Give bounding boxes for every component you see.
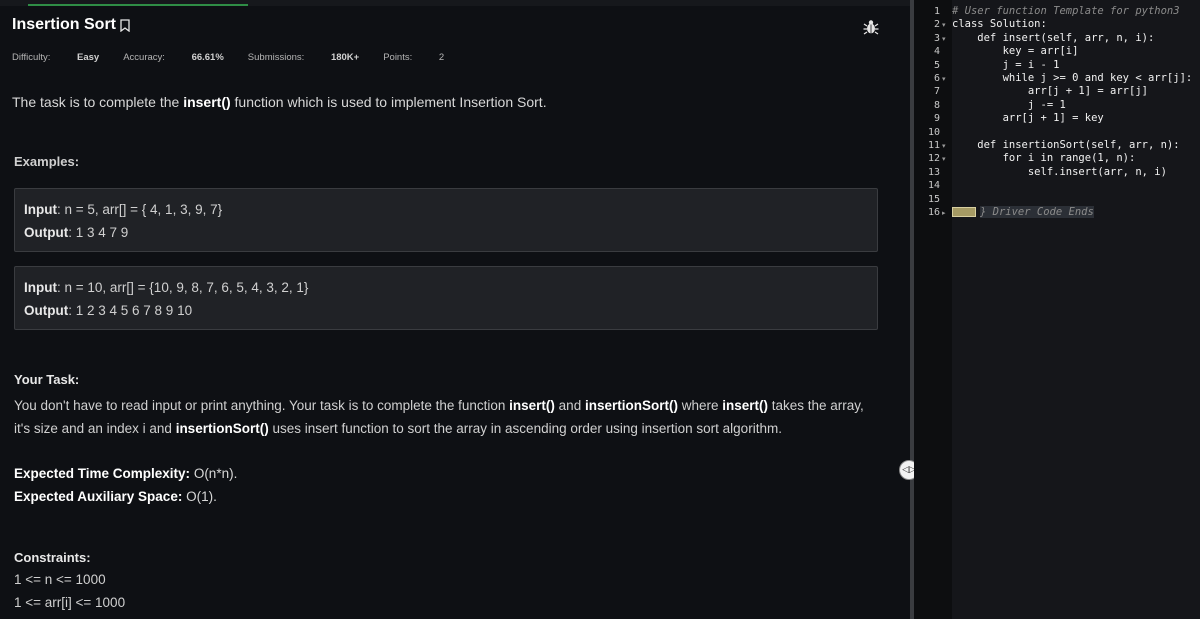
task-text: and: [554, 398, 585, 413]
difficulty-label: Difficulty:: [12, 52, 51, 63]
desc-function-name: insert(): [183, 94, 231, 110]
code-line[interactable]: class Solution:: [952, 18, 1047, 30]
code-line[interactable]: def insertionSort(self, arr, n):: [952, 139, 1179, 151]
code-line[interactable]: def insert(self, arr, n, i):: [952, 32, 1154, 44]
output-label: Output: [24, 303, 69, 318]
code-text: } Driver Code Ends: [980, 206, 1094, 218]
example-input: Input: n = 10, arr[] = {10, 9, 8, 7, 6, …: [24, 280, 308, 295]
line-number: 1: [933, 6, 940, 17]
problem-meta: Difficulty: Easy Accuracy: 66.61% Submis…: [12, 52, 492, 63]
problem-title: Insertion Sort: [12, 16, 117, 33]
fold-arrow-icon[interactable]: ▾: [942, 155, 946, 163]
constraints-heading: Constraints:: [14, 550, 91, 565]
fold-arrow-icon[interactable]: ▾: [942, 142, 946, 150]
auxiliary-space: Expected Auxiliary Space: O(1).: [14, 489, 217, 504]
task-fn-insertionsort: insertionSort(): [584, 398, 678, 413]
input-value: : n = 5, arr[] = { 4, 1, 3, 9, 7}: [57, 202, 223, 217]
fold-arrow-icon[interactable]: ▾: [942, 75, 946, 83]
input-label: Input: [24, 280, 57, 295]
title-row: Insertion Sort: [12, 16, 130, 34]
code-line[interactable]: arr[j + 1] = key: [952, 112, 1104, 124]
line-number: 5: [933, 59, 940, 71]
time-complexity-value: O(n*n).: [190, 466, 238, 481]
line-number: 8: [933, 99, 940, 111]
code-line[interactable]: arr[j + 1] = arr[j]: [952, 85, 1148, 97]
auxiliary-space-value: O(1).: [182, 489, 217, 504]
line-number: 6: [933, 73, 940, 84]
difficulty: Difficulty: Easy: [12, 52, 99, 63]
example-output: Output: 1 2 3 4 5 6 7 8 9 10: [24, 303, 192, 318]
submissions: Submissions: 180K+: [248, 52, 359, 63]
time-complexity: Expected Time Complexity: O(n*n).: [14, 466, 237, 481]
submissions-value: 180K+: [330, 52, 360, 63]
line-number: 4: [933, 46, 940, 58]
line-number: 2: [933, 19, 940, 31]
difficulty-value: Easy: [77, 52, 100, 63]
line-number: 12: [927, 153, 940, 165]
line-number: 10: [927, 126, 940, 138]
code-line[interactable]: } Driver Code Ends: [952, 206, 1094, 218]
code-area[interactable]: # User function Template for python3 clas…: [952, 0, 1200, 619]
accuracy-value: 66.61%: [191, 52, 224, 63]
constraint-item: 1 <= arr[i] <= 1000: [14, 595, 126, 610]
fold-arrow-icon[interactable]: ▾: [942, 35, 946, 43]
problem-description: The task is to complete the insert() fun…: [12, 94, 547, 110]
folded-region-marker[interactable]: [952, 207, 976, 217]
line-number-gutter: 1 2 ▾ 3 ▾ 4 5 6 ▾ 7 8 9 10 11 ▾ 12 ▾ 13 14 15 16 ▸: [914, 0, 952, 619]
desc-text-2: function which is used to implement Inse…: [230, 94, 547, 110]
task-fn-insertionsort: insertionSort(): [175, 421, 269, 436]
line-number: 16: [927, 207, 940, 218]
task-text: where: [677, 398, 723, 413]
points-label: Points:: [383, 52, 413, 63]
examples-heading: Examples:: [14, 154, 80, 169]
accuracy-label: Accuracy:: [123, 52, 165, 63]
input-label: Input: [24, 202, 57, 217]
points-value: 2: [438, 52, 445, 63]
output-label: Output: [24, 225, 69, 240]
task-fn-insert: insert(): [722, 398, 768, 413]
code-line[interactable]: key = arr[i]: [952, 45, 1079, 57]
example-output: Output: 1 3 4 7 9: [24, 225, 128, 240]
auxiliary-space-label: Expected Auxiliary Space:: [14, 489, 183, 504]
time-complexity-label: Expected Time Complexity:: [14, 466, 191, 481]
example-input: Input: n = 5, arr[] = { 4, 1, 3, 9, 7}: [24, 202, 222, 217]
bookmark-icon[interactable]: [120, 18, 130, 32]
line-number: 9: [933, 113, 940, 125]
line-number: 11: [927, 140, 940, 151]
line-number: 14: [927, 180, 940, 192]
line-number: 3: [933, 32, 940, 44]
problem-panel: Insertion Sort Difficulty: Easy Accuracy…: [0, 6, 910, 619]
line-number: 13: [927, 166, 940, 178]
task-text: uses insert function to sort the array i…: [268, 421, 782, 436]
code-line[interactable]: # User function Template for python3: [952, 5, 1180, 17]
fold-arrow-icon[interactable]: ▸: [942, 209, 946, 217]
accuracy: Accuracy: 66.61%: [123, 52, 224, 63]
code-line[interactable]: while j >= 0 and key < arr[j]:: [952, 72, 1193, 84]
input-value: : n = 10, arr[] = {10, 9, 8, 7, 6, 5, 4,…: [57, 280, 309, 295]
task-text: You don't have to read input or print an…: [14, 398, 510, 413]
output-value: : 1 2 3 4 5 6 7 8 9 10: [68, 303, 193, 318]
code-line[interactable]: j -= 1: [952, 99, 1066, 111]
points: Points: 2: [383, 52, 468, 63]
fold-arrow-icon[interactable]: ▾: [942, 21, 946, 29]
submissions-label: Submissions:: [247, 52, 305, 63]
example-box: Input: n = 10, arr[] = {10, 9, 8, 7, 6, …: [14, 266, 878, 330]
code-line[interactable]: for i in range(1, n):: [952, 152, 1136, 164]
code-editor[interactable]: 1 2 ▾ 3 ▾ 4 5 6 ▾ 7 8 9 10 11 ▾ 12 ▾ 13 14 15 16 ▸ # User fun…: [914, 0, 1200, 619]
task-fn-insert: insert(): [509, 398, 555, 413]
task-description: You don't have to read input or print an…: [14, 394, 874, 440]
task-heading: Your Task:: [14, 372, 80, 387]
line-number: 15: [927, 193, 940, 205]
example-box: Input: n = 5, arr[] = { 4, 1, 3, 9, 7} O…: [14, 188, 878, 252]
constraint-item: 1 <= n <= 1000: [14, 572, 106, 587]
desc-text-1: The task is to complete the: [12, 94, 184, 110]
output-value: : 1 3 4 7 9: [68, 225, 129, 240]
bug-icon[interactable]: [862, 18, 880, 36]
line-number: 7: [933, 86, 940, 98]
code-line[interactable]: j = i - 1: [952, 59, 1060, 71]
code-line[interactable]: self.insert(arr, n, i): [952, 166, 1167, 178]
